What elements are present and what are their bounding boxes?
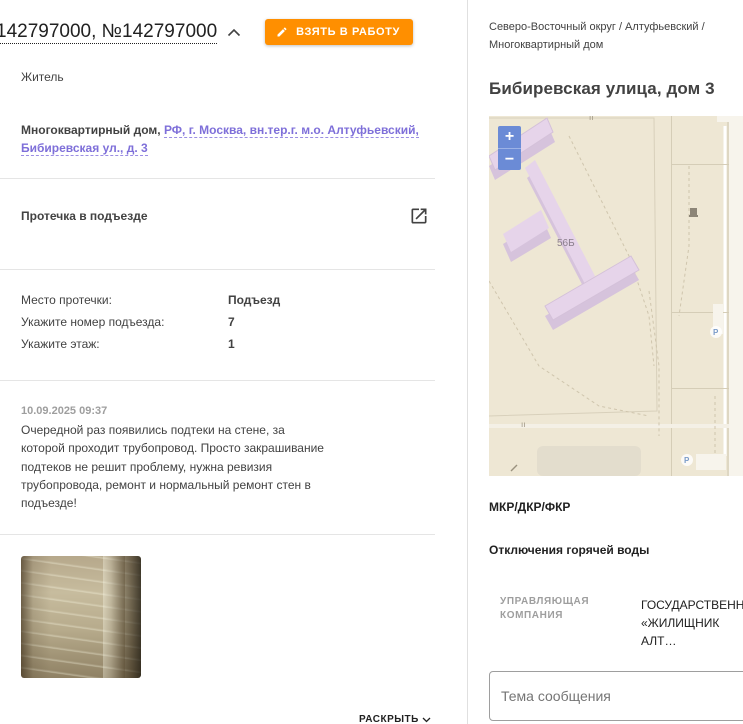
field-value: Подъезд	[228, 293, 281, 307]
message-subject-input[interactable]	[501, 688, 743, 704]
breadcrumb: Северо-Восточный округ / Алтуфьевский / …	[489, 21, 705, 51]
street-title: Бибиревская улица, дом 3	[489, 79, 715, 98]
ruler-icon	[510, 464, 518, 472]
map-canvas: 56Б P P ıı ıı	[489, 116, 743, 476]
divider	[0, 534, 435, 535]
applicant-role: Житель	[21, 70, 64, 84]
building-number-label: 56Б	[557, 238, 575, 249]
svg-text:ıı: ıı	[589, 116, 593, 122]
svg-text:ıı: ıı	[521, 420, 525, 429]
svg-text:P: P	[684, 456, 690, 465]
field-value: 7	[228, 315, 235, 329]
field-key: Место протечки:	[21, 293, 112, 307]
field-key: Укажите этаж:	[21, 337, 100, 351]
attachment-photo[interactable]	[21, 556, 141, 678]
pencil-icon	[277, 27, 287, 37]
expand-button[interactable]: РАСКРЫТЬ	[359, 714, 431, 724]
take-to-work-label: ВЗЯТЬ В РАБОТУ	[296, 26, 400, 38]
message-subject-field[interactable]	[489, 671, 743, 721]
open-in-new-icon[interactable]	[409, 206, 429, 226]
location-panel: Северо-Восточный округ / Алтуфьевский / …	[467, 0, 743, 724]
field-value: 1	[228, 337, 235, 351]
chevron-down-icon	[422, 717, 431, 722]
issue-title: Протечка в подъезде	[21, 209, 148, 223]
object-address: Многоквартирный дом, РФ, г. Москва, вн.т…	[21, 121, 421, 157]
ticket-panel: 142797000, №142797000 ВЗЯТЬ В РАБОТУ Жит…	[0, 0, 467, 724]
svg-text:P: P	[713, 328, 719, 337]
map-zoom-controls: + −	[498, 126, 521, 170]
parking-marker-icon: P	[710, 326, 722, 338]
chevron-up-icon[interactable]	[223, 21, 245, 43]
management-company-label: УПРАВЛЯЮЩАЯ КОМПАНИЯ	[500, 596, 590, 621]
map[interactable]: 56Б P P ıı ıı + −	[489, 116, 743, 476]
poi-marker-icon	[689, 208, 698, 217]
hot-water-section-title[interactable]: Отключения горячей воды	[489, 543, 649, 557]
divider	[0, 269, 435, 270]
ticket-title[interactable]: 142797000, №142797000	[0, 21, 218, 44]
programs-section-title[interactable]: МКР/ДКР/ФКР	[489, 500, 570, 514]
comment-text: Очередной раз появились подтеки на стене…	[21, 423, 324, 511]
ticket-header: 142797000, №142797000 ВЗЯТЬ В РАБОТУ	[0, 18, 413, 46]
zoom-in-button[interactable]: +	[498, 126, 521, 148]
comment-date: 10.09.2025 09:37	[21, 405, 108, 417]
divider	[0, 380, 435, 381]
expand-label: РАСКРЫТЬ	[359, 714, 419, 724]
divider	[0, 178, 435, 179]
take-to-work-button[interactable]: ВЗЯТЬ В РАБОТУ	[265, 19, 413, 45]
management-company-value: ГОСУДАРСТВЕНН… «ЖИЛИЩНИК АЛТ…	[641, 598, 743, 648]
field-key: Укажите номер подъезда:	[21, 315, 165, 329]
parking-marker-icon: P	[681, 454, 693, 466]
address-prefix: Многоквартирный дом,	[21, 123, 161, 137]
zoom-out-button[interactable]: −	[498, 148, 521, 170]
